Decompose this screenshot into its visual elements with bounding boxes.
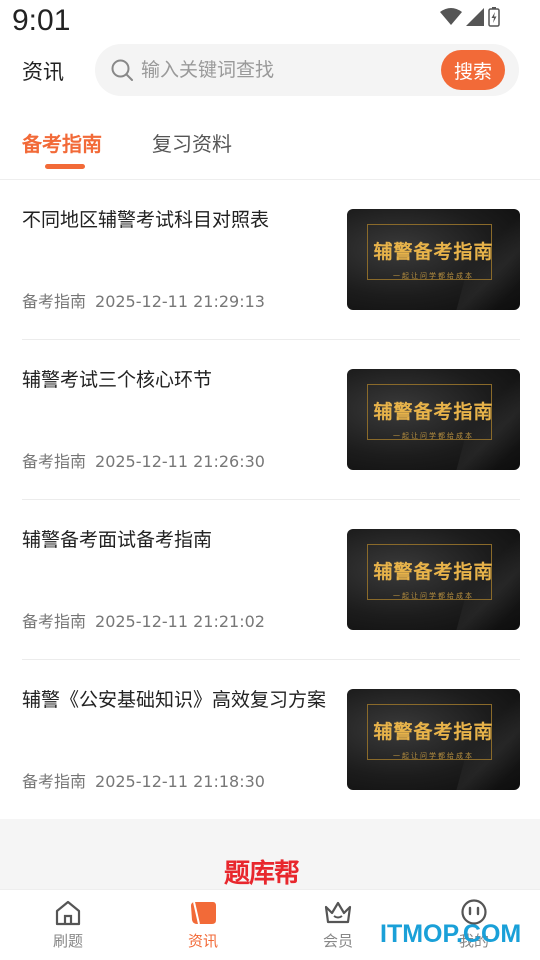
article-meta: 备考指南 2025-12-11 21:29:13 xyxy=(22,288,265,312)
tab-review-materials[interactable]: 复习资料 xyxy=(152,128,232,157)
article-thumbnail: 辅警备考指南 一起让问学都给成本 xyxy=(347,529,520,630)
article-datetime: 2025-12-11 21:21:02 xyxy=(95,612,265,631)
thumb-subtitle: 一起让问学都给成本 xyxy=(393,432,474,440)
article-category: 备考指南 xyxy=(22,292,87,311)
nav-item-practice[interactable]: 刷题 xyxy=(28,898,108,951)
search-button[interactable]: 搜索 xyxy=(441,50,505,90)
article-datetime: 2025-12-11 21:29:13 xyxy=(95,292,265,311)
brand-logo: 题库帮 xyxy=(224,859,300,889)
tab-bar: 备考指南 复习资料 xyxy=(0,118,540,180)
home-icon xyxy=(28,898,108,928)
article-category: 备考指南 xyxy=(22,772,87,791)
search-input[interactable] xyxy=(141,56,431,84)
article-list: 不同地区辅警考试科目对照表 备考指南 2025-12-11 21:29:13 辅警… xyxy=(0,180,540,820)
thumb-title: 辅警备考指南 xyxy=(373,401,494,423)
search-icon xyxy=(110,58,134,82)
page-title: 资讯 xyxy=(22,60,64,84)
crown-icon xyxy=(298,898,378,928)
thumb-subtitle: 一起让问学都给成本 xyxy=(393,272,474,280)
article-item[interactable]: 辅警《公安基础知识》高效复习方案 备考指南 2025-12-11 21:18:30… xyxy=(22,660,520,820)
wifi-icon xyxy=(440,8,462,30)
signal-icon xyxy=(466,8,484,30)
article-item[interactable]: 辅警备考面试备考指南 备考指南 2025-12-11 21:21:02 辅警备考指… xyxy=(22,500,520,660)
article-title: 辅警考试三个核心环节 xyxy=(22,369,213,391)
article-category: 备考指南 xyxy=(22,612,87,631)
active-tab-indicator xyxy=(45,164,85,169)
nav-label: 刷题 xyxy=(52,932,83,950)
status-bar: 9:01 xyxy=(0,0,540,44)
thumb-subtitle: 一起让问学都给成本 xyxy=(393,592,474,600)
article-meta: 备考指南 2025-12-11 21:26:30 xyxy=(22,448,265,472)
brand-band: 题库帮 xyxy=(0,819,540,889)
status-icons xyxy=(440,7,500,31)
article-thumbnail: 辅警备考指南 一起让问学都给成本 xyxy=(347,369,520,470)
article-thumbnail: 辅警备考指南 一起让问学都给成本 xyxy=(347,689,520,790)
thumb-title: 辅警备考指南 xyxy=(373,241,494,263)
article-item[interactable]: 辅警考试三个核心环节 备考指南 2025-12-11 21:26:30 辅警备考指… xyxy=(22,340,520,500)
thumb-title: 辅警备考指南 xyxy=(373,721,494,743)
nav-label: 会员 xyxy=(322,932,353,950)
article-title: 辅警备考面试备考指南 xyxy=(22,529,213,551)
article-meta: 备考指南 2025-12-11 21:21:02 xyxy=(22,608,265,632)
article-datetime: 2025-12-11 21:18:30 xyxy=(95,772,265,791)
nav-item-membership[interactable]: 会员 xyxy=(298,898,378,951)
news-icon xyxy=(163,898,243,928)
article-thumbnail: 辅警备考指南 一起让问学都给成本 xyxy=(347,209,520,310)
header: 资讯 搜索 xyxy=(0,44,540,96)
article-item[interactable]: 不同地区辅警考试科目对照表 备考指南 2025-12-11 21:29:13 辅警… xyxy=(22,180,520,340)
article-datetime: 2025-12-11 21:26:30 xyxy=(95,452,265,471)
tab-exam-guide[interactable]: 备考指南 xyxy=(22,128,102,157)
thumb-subtitle: 一起让问学都给成本 xyxy=(393,752,474,760)
search-box[interactable]: 搜索 xyxy=(95,44,519,96)
article-meta: 备考指南 2025-12-11 21:18:30 xyxy=(22,768,265,792)
battery-icon xyxy=(488,7,500,31)
article-title: 辅警《公安基础知识》高效复习方案 xyxy=(22,689,327,711)
article-title: 不同地区辅警考试科目对照表 xyxy=(22,209,270,231)
nav-label: 资讯 xyxy=(187,932,218,950)
watermark: ITMOP.COM xyxy=(380,920,522,948)
article-category: 备考指南 xyxy=(22,452,87,471)
nav-item-news[interactable]: 资讯 xyxy=(163,898,243,951)
thumb-title: 辅警备考指南 xyxy=(373,561,494,583)
status-time: 9:01 xyxy=(12,4,71,37)
